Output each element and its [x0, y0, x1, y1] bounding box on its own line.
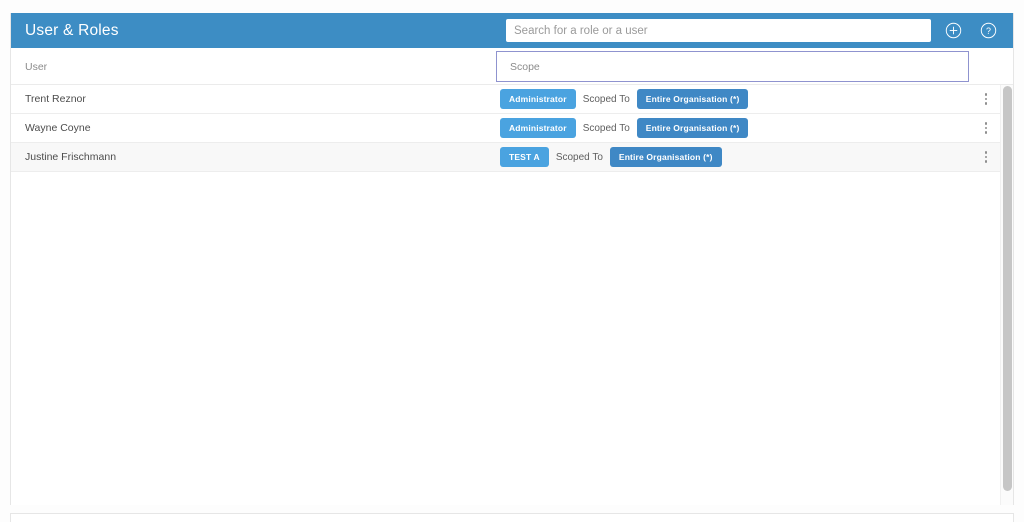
role-badge[interactable]: Administrator	[500, 118, 576, 138]
cell-scope: TEST A Scoped To Entire Organisation (*)	[500, 147, 722, 167]
cell-user-name: Justine Frischmann	[25, 151, 117, 163]
plus-circle-icon[interactable]	[940, 18, 966, 44]
scoped-to-label: Scoped To	[582, 122, 630, 134]
question-circle-icon[interactable]: ?	[975, 18, 1001, 44]
column-header-scope: Scope	[510, 60, 540, 73]
column-header-scope-box[interactable]: Scope	[496, 51, 969, 82]
table-row[interactable]: Justine Frischmann TEST A Scoped To Entire …	[11, 143, 1001, 172]
svg-text:?: ?	[986, 26, 991, 36]
row-overflow-menu-icon[interactable]	[977, 117, 995, 139]
cell-scope: Administrator Scoped To Entire Organisatio…	[500, 118, 749, 138]
scope-badge[interactable]: Entire Organisation (*)	[636, 118, 749, 138]
page-title: User & Roles	[25, 21, 119, 39]
vertical-scrollbar-thumb[interactable]	[1003, 86, 1012, 491]
bottom-panel	[10, 513, 1014, 522]
role-badge[interactable]: Administrator	[500, 89, 576, 109]
scoped-to-label: Scoped To	[582, 93, 630, 105]
user-roles-screen: User & Roles ? User Scope	[0, 0, 1024, 522]
column-header-user: User	[25, 60, 48, 73]
cell-scope: Administrator Scoped To Entire Organisatio…	[500, 89, 749, 109]
role-badge[interactable]: TEST A	[500, 147, 549, 167]
vertical-scrollbar-track[interactable]	[1000, 85, 1013, 505]
cell-user-name: Wayne Coyne	[25, 122, 91, 134]
panel-header: User & Roles ?	[11, 13, 1013, 48]
scoped-to-label: Scoped To	[555, 151, 603, 163]
table-row[interactable]: Trent Reznor Administrator Scoped To Entire…	[11, 85, 1001, 114]
table-column-header: User Scope	[11, 48, 1013, 85]
search-input[interactable]	[506, 19, 931, 42]
table-row[interactable]: Wayne Coyne Administrator Scoped To Entire …	[11, 114, 1001, 143]
table-body: Trent Reznor Administrator Scoped To Entire…	[11, 85, 1013, 505]
scope-badge[interactable]: Entire Organisation (*)	[609, 147, 722, 167]
scope-badge[interactable]: Entire Organisation (*)	[636, 89, 749, 109]
row-overflow-menu-icon[interactable]	[977, 146, 995, 168]
user-roles-panel: User & Roles ? User Scope	[10, 13, 1014, 505]
cell-user-name: Trent Reznor	[25, 93, 86, 105]
row-overflow-menu-icon[interactable]	[977, 88, 995, 110]
